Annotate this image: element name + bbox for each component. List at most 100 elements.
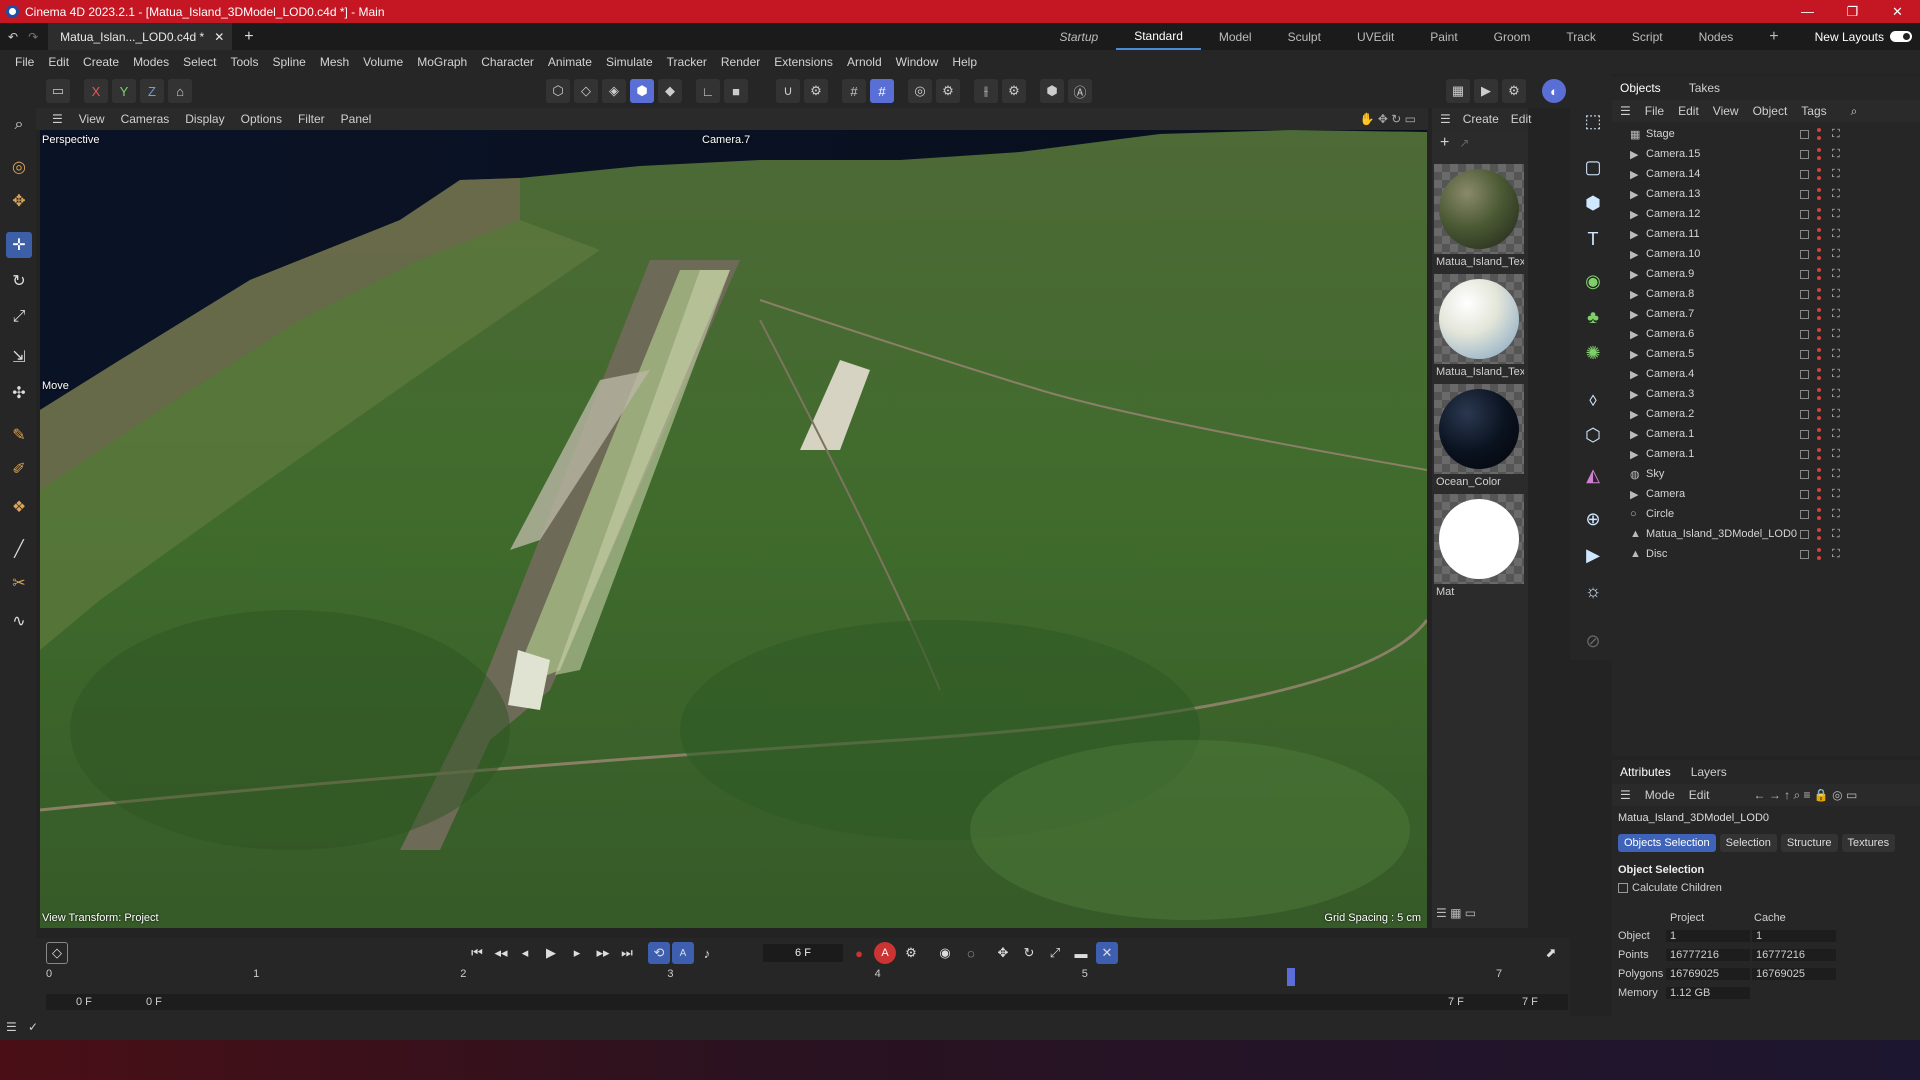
viewport-nav-icons[interactable]: ✋ ✥ ↻ ▭ — [1352, 112, 1424, 126]
editor-render-dots[interactable] — [1817, 148, 1822, 160]
menu-tracker[interactable]: Tracker — [660, 55, 714, 69]
material-item[interactable]: Ocean_Color — [1434, 384, 1524, 488]
restore-icon[interactable]: ❐ — [1830, 0, 1875, 23]
live-select-icon[interactable]: ✥ — [6, 188, 32, 214]
field-icon[interactable]: ⬨ — [1578, 384, 1608, 414]
layout-paint[interactable]: Paint — [1412, 23, 1475, 50]
visibility-toggle[interactable] — [1800, 409, 1809, 419]
object-row[interactable]: ▶ Camera.15 ⛶ — [1612, 144, 1920, 164]
mograph-icon[interactable]: ♣ — [1578, 302, 1608, 332]
new-tab-icon[interactable]: + — [244, 28, 253, 46]
editor-render-dots[interactable] — [1817, 208, 1822, 220]
lock-y-button[interactable]: Y — [112, 79, 136, 103]
object-row[interactable]: ▶ Camera.8 ⛶ — [1612, 284, 1920, 304]
smooth-tool-icon[interactable]: ∿ — [6, 608, 32, 634]
timeline-playhead[interactable] — [1286, 968, 1295, 986]
object-tag-icon[interactable]: ⛶ — [1832, 188, 1840, 201]
visibility-toggle[interactable] — [1800, 429, 1809, 439]
object-row[interactable]: ▶ Camera.4 ⛶ — [1612, 364, 1920, 384]
visibility-toggle[interactable] — [1800, 289, 1809, 299]
edges-mode-icon[interactable]: ◇ — [574, 79, 598, 103]
go-to-end-icon[interactable]: ⏭ — [616, 942, 638, 964]
material-item[interactable]: Matua_Island_Text — [1434, 274, 1524, 378]
subtab-objects-selection[interactable]: Objects Selection — [1618, 834, 1716, 852]
editor-render-dots[interactable] — [1817, 308, 1822, 320]
object-row[interactable]: ▶ Camera.3 ⛶ — [1612, 384, 1920, 404]
menu-tools[interactable]: Tools — [223, 55, 265, 69]
previous-key-icon[interactable]: ◂◂ — [490, 942, 512, 964]
object-tag-icon[interactable]: ⛶ — [1832, 248, 1840, 261]
keyframe-settings-icon[interactable]: ⚙ — [900, 942, 922, 964]
viewport-hamburger-icon[interactable]: ☰ — [44, 112, 71, 126]
status-menu-icon[interactable]: ☰ — [6, 1020, 17, 1034]
visibility-toggle[interactable] — [1800, 309, 1809, 319]
editor-render-dots[interactable] — [1817, 488, 1822, 500]
subtab-selection[interactable]: Selection — [1719, 834, 1777, 852]
editor-render-dots[interactable] — [1817, 508, 1822, 520]
visibility-toggle[interactable] — [1800, 529, 1809, 539]
menu-extensions[interactable]: Extensions — [767, 55, 840, 69]
object-row[interactable]: ▲ Matua_Island_3DModel_LOD0 ⛶ — [1612, 524, 1920, 544]
frame-start-field[interactable]: 0 F — [76, 996, 92, 1008]
loop-icon[interactable]: ⟲ — [648, 942, 670, 964]
layout-standard[interactable]: Standard — [1116, 23, 1201, 50]
objects-search-icon[interactable]: ⌕ — [1851, 104, 1858, 119]
editor-render-dots[interactable] — [1817, 408, 1822, 420]
mirror-icon[interactable]: ⫲ — [974, 79, 998, 103]
menu-character[interactable]: Character — [474, 55, 541, 69]
timeline-graph-icon[interactable]: ⬈ — [1540, 942, 1562, 964]
attributes-menu-icon[interactable]: ☰ — [1620, 788, 1631, 802]
object-row[interactable]: ▶ Camera.11 ⛶ — [1612, 224, 1920, 244]
tab-takes[interactable]: Takes — [1689, 81, 1720, 95]
view-mode-icons[interactable]: ☰ ▦ ▭ — [1436, 906, 1476, 920]
objects-menu-tags[interactable]: Tags — [1801, 104, 1826, 118]
menu-select[interactable]: Select — [176, 55, 223, 69]
render-settings-button-icon[interactable]: ⚙ — [1502, 79, 1526, 103]
frame-range-slider[interactable]: 0 F 0 F 7 F 7 F — [46, 994, 1568, 1010]
knife-tool-icon[interactable]: ✂ — [6, 570, 32, 596]
model-mode-icon[interactable]: ⬢ — [630, 79, 654, 103]
object-tag-icon[interactable]: ⛶ — [1832, 448, 1840, 461]
object-row[interactable]: ○ Circle ⛶ — [1612, 504, 1920, 524]
visibility-toggle[interactable] — [1800, 329, 1809, 339]
material-item[interactable]: Mat — [1434, 494, 1524, 598]
objects-menu-icon[interactable]: ☰ — [1620, 104, 1631, 118]
lock-x-button[interactable]: X — [84, 79, 108, 103]
object-tag-icon[interactable]: ⛶ — [1832, 548, 1840, 561]
editor-render-dots[interactable] — [1817, 188, 1822, 200]
objects-menu-view[interactable]: View — [1713, 104, 1739, 118]
spline-pen-icon[interactable]: ✎ — [6, 422, 32, 448]
viewport-solo-icon[interactable]: ▭ — [46, 79, 70, 103]
key-pla-icon[interactable]: ✕ — [1096, 942, 1118, 964]
frame-end-field[interactable]: 7 F — [1522, 996, 1538, 1008]
visibility-toggle[interactable] — [1800, 369, 1809, 379]
attributes-nav-icons[interactable]: ← → ↑ ⌕ ≡ 🔒 ◎ ▭ — [1753, 788, 1857, 803]
object-row[interactable]: ▶ Camera.10 ⛶ — [1612, 244, 1920, 264]
viewport-menu-panel[interactable]: Panel — [333, 112, 380, 126]
timeline-options-icon[interactable]: ◌ — [960, 942, 982, 964]
render-view-icon[interactable]: ▦ — [1446, 79, 1470, 103]
menu-edit[interactable]: Edit — [41, 55, 76, 69]
menu-volume[interactable]: Volume — [356, 55, 410, 69]
editor-render-dots[interactable] — [1817, 548, 1822, 560]
object-row[interactable]: ▶ Camera.1 ⛶ — [1612, 424, 1920, 444]
menu-render[interactable]: Render — [714, 55, 767, 69]
visibility-toggle[interactable] — [1800, 469, 1809, 479]
undo-icon[interactable]: ↶ — [8, 30, 18, 44]
object-tag-icon[interactable]: ⛶ — [1832, 468, 1840, 481]
viewport-menu-filter[interactable]: Filter — [290, 112, 333, 126]
object-tag-icon[interactable]: ⛶ — [1832, 208, 1840, 221]
visibility-toggle[interactable] — [1800, 509, 1809, 519]
menu-modes[interactable]: Modes — [126, 55, 176, 69]
layout-sculpt[interactable]: Sculpt — [1270, 23, 1339, 50]
menu-mograph[interactable]: MoGraph — [410, 55, 474, 69]
viewport-menu-display[interactable]: Display — [177, 112, 232, 126]
object-tag-icon[interactable]: ⛶ — [1832, 488, 1840, 501]
object-tag-icon[interactable]: ⛶ — [1832, 368, 1840, 381]
menu-help[interactable]: Help — [945, 55, 984, 69]
visibility-toggle[interactable] — [1800, 269, 1809, 279]
visibility-toggle[interactable] — [1800, 209, 1809, 219]
render-settings-icon[interactable]: ⬢ — [1040, 79, 1064, 103]
rotate-tool-icon[interactable]: ↻ — [6, 268, 32, 294]
add-material-icon[interactable]: + — [1440, 134, 1449, 152]
